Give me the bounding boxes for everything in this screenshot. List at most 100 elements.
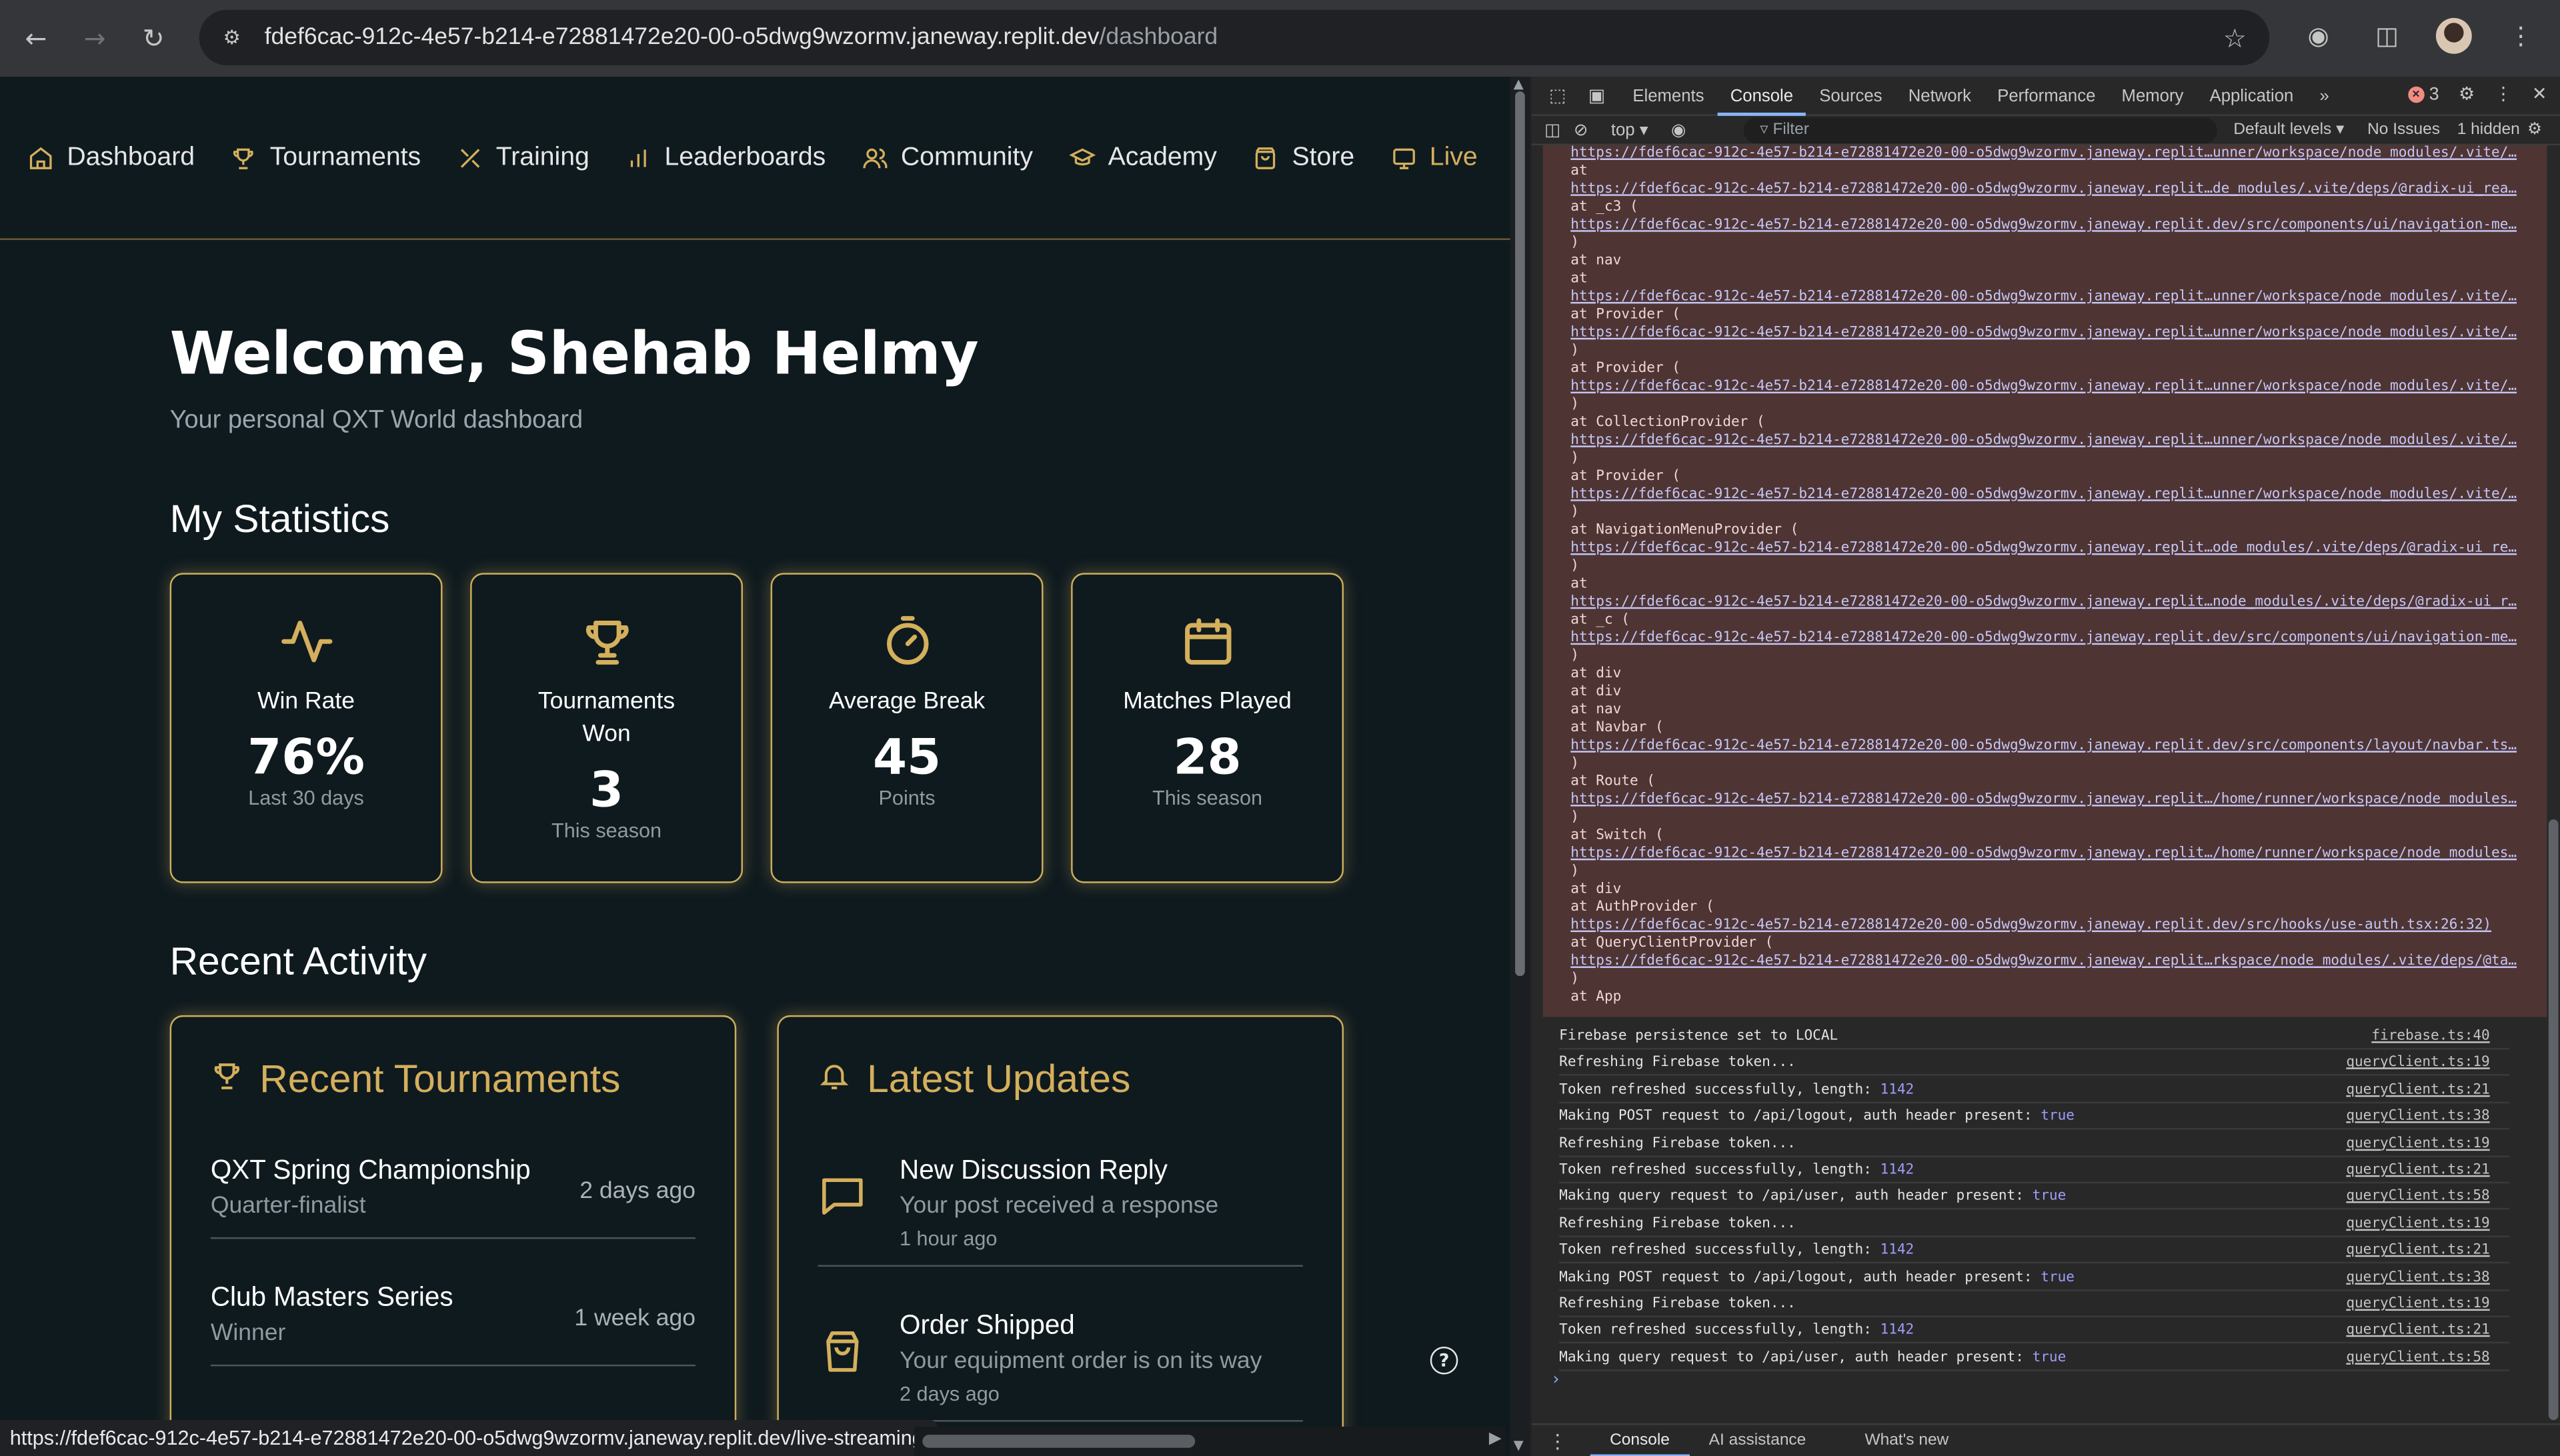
tab-console[interactable]: Console (1717, 76, 1806, 115)
scroll-up-arrow-icon[interactable]: ▲ (1514, 77, 1524, 91)
extensions-puzzle-icon[interactable]: ◫ (2367, 16, 2407, 55)
live-expression-eye-icon[interactable]: ◉ (1671, 120, 1686, 139)
forward-button[interactable]: → (72, 15, 118, 61)
log-source-link[interactable]: queryClient.ts:19 (2346, 1291, 2489, 1317)
reload-button[interactable]: ↻ (131, 15, 177, 61)
stack-trace-link[interactable]: https://fdef6cac-912c-4e57-b214-e7288147… (1570, 917, 2491, 935)
scroll-right-arrow-icon[interactable]: ▶ (1489, 1430, 1502, 1448)
stack-trace-link[interactable]: https://fdef6cac-912c-4e57-b214-e7288147… (1570, 145, 2517, 163)
log-source-link[interactable]: queryClient.ts:38 (2346, 1104, 2489, 1130)
latest-updates-title: Latest Updates (818, 1058, 1130, 1104)
stack-trace-link[interactable]: https://fdef6cac-912c-4e57-b214-e7288147… (1570, 181, 2517, 199)
bar-chart-icon (625, 145, 652, 171)
tournament-row[interactable]: QXT Spring Championship Quarter-finalist… (210, 1155, 696, 1239)
address-bar[interactable]: ⚙ fdef6cac-912c-4e57-b214-e72881472e20-0… (199, 9, 2270, 65)
tab-sources[interactable]: Sources (1806, 76, 1896, 115)
console-prompt-chevron-icon[interactable]: › (1551, 1371, 1561, 1389)
more-tabs-chevron-icon[interactable]: » (2307, 76, 2342, 115)
stack-trace-link[interactable]: https://fdef6cac-912c-4e57-b214-e7288147… (1570, 594, 2517, 612)
stack-trace-text: at div (1570, 683, 1622, 701)
log-source-link[interactable]: queryClient.ts:19 (2346, 1211, 2489, 1237)
stack-trace-link[interactable]: https://fdef6cac-912c-4e57-b214-e7288147… (1570, 289, 2517, 307)
stack-trace-link[interactable]: https://fdef6cac-912c-4e57-b214-e7288147… (1570, 630, 2517, 648)
drawer-tab-ai-assistance[interactable]: AI assistance (1689, 1424, 1825, 1456)
nav-item-leaderboards[interactable]: Leaderboards (625, 143, 826, 172)
help-button[interactable]: ? (1430, 1346, 1458, 1375)
more-menu-icon[interactable]: ⋮ (2501, 16, 2541, 55)
bookmark-star-icon[interactable]: ☆ (2223, 23, 2247, 54)
stack-trace-link[interactable]: https://fdef6cac-912c-4e57-b214-e7288147… (1570, 791, 2517, 809)
stack-trace-link[interactable]: https://fdef6cac-912c-4e57-b214-e7288147… (1570, 433, 2517, 451)
site-info-icon[interactable]: ⚙ (219, 25, 245, 51)
update-title: Order Shipped (900, 1311, 1075, 1341)
log-levels-dropdown[interactable]: Default levels ▾ (2233, 121, 2344, 139)
device-toolbar-icon[interactable]: ▣ (1584, 83, 1610, 109)
error-counter[interactable]: × 3 (2407, 84, 2439, 103)
log-source-link[interactable]: firebase.ts:40 (2371, 1023, 2489, 1049)
stack-trace-link[interactable]: https://fdef6cac-912c-4e57-b214-e7288147… (1570, 540, 2517, 558)
log-source-link[interactable]: queryClient.ts:38 (2346, 1265, 2489, 1291)
stack-trace-link[interactable]: https://fdef6cac-912c-4e57-b214-e7288147… (1570, 487, 2517, 505)
nav-item-tournaments[interactable]: Tournaments (231, 143, 421, 172)
tracking-protection-icon[interactable]: ◉ (2299, 16, 2338, 55)
drawer-tab-console[interactable]: Console (1590, 1424, 1690, 1456)
log-source-link[interactable]: queryClient.ts:21 (2346, 1077, 2489, 1103)
back-button[interactable]: ← (13, 15, 59, 61)
nav-item-training[interactable]: Training (457, 143, 589, 172)
log-source-link[interactable]: queryClient.ts:19 (2346, 1131, 2489, 1157)
console-scroll-thumb[interactable] (2548, 819, 2559, 1421)
context-selector[interactable]: top ▾ (1611, 120, 1648, 139)
nav-item-live[interactable]: Live (1390, 143, 1478, 172)
nav-item-academy[interactable]: Academy (1068, 143, 1217, 172)
nav-item-community[interactable]: Community (862, 143, 1033, 172)
nav-item-dashboard[interactable]: Dashboard (28, 143, 195, 172)
page-vertical-scrollbar[interactable]: ▲ ▼ (1510, 77, 1530, 1456)
settings-gear-icon[interactable]: ⚙ (2459, 83, 2475, 104)
nav-label: Live (1429, 143, 1478, 171)
stat-label: Average Break (828, 689, 986, 715)
update-row[interactable]: New Discussion Reply Your post received … (818, 1155, 1303, 1267)
tab-elements[interactable]: Elements (1620, 76, 1717, 115)
stack-trace-text: at Switch ( (1570, 827, 1664, 844)
profile-avatar[interactable] (2435, 17, 2472, 54)
stack-trace-link[interactable]: https://fdef6cac-912c-4e57-b214-e7288147… (1570, 953, 2517, 971)
log-source-link[interactable]: queryClient.ts:21 (2346, 1157, 2489, 1183)
drawer-menu-icon[interactable]: ⋮ (1548, 1429, 1567, 1452)
log-levels-label: Default levels (2233, 121, 2332, 139)
console-settings-gear-icon[interactable]: ⚙ (2527, 121, 2542, 139)
log-source-link[interactable]: queryClient.ts:19 (2346, 1050, 2489, 1076)
clear-console-icon[interactable]: ⊘ (1574, 120, 1588, 139)
tab-performance[interactable]: Performance (1985, 76, 2109, 115)
stack-trace-link[interactable]: https://fdef6cac-912c-4e57-b214-e7288147… (1570, 845, 2517, 863)
devtools-menu-icon[interactable]: ⋮ (2495, 83, 2513, 104)
stack-trace-text: ) (1570, 863, 1580, 880)
stat-value: 76% (247, 729, 365, 787)
console-filter-input[interactable]: ▿ Filter (1743, 117, 2217, 144)
sidebar-toggle-icon[interactable]: ◫ (1544, 120, 1560, 139)
nav-label: Academy (1108, 143, 1217, 171)
log-source-link[interactable]: queryClient.ts:21 (2346, 1237, 2489, 1263)
nav-item-store[interactable]: Store (1253, 143, 1354, 172)
tournament-row[interactable]: Club Masters Series Winner 1 week ago (210, 1283, 696, 1367)
recent-tournaments-card: Recent Tournaments QXT Spring Championsh… (169, 1015, 737, 1456)
url-text[interactable]: fdef6cac-912c-4e57-b214-e72881472e20-00-… (265, 25, 1218, 51)
console-scrollbar[interactable] (2547, 145, 2560, 1425)
tab-application[interactable]: Application (2197, 76, 2307, 115)
horizontal-scroll-thumb[interactable] (922, 1435, 1196, 1448)
page-scroll-thumb[interactable] (1515, 91, 1525, 977)
stack-trace-link[interactable]: https://fdef6cac-912c-4e57-b214-e7288147… (1570, 379, 2517, 397)
inspect-element-icon[interactable]: ⬚ (1544, 83, 1570, 109)
close-devtools-icon[interactable]: ✕ (2532, 83, 2547, 104)
stack-trace-link[interactable]: https://fdef6cac-912c-4e57-b214-e7288147… (1570, 217, 2517, 235)
log-source-link[interactable]: queryClient.ts:58 (2346, 1184, 2489, 1210)
issues-counter[interactable]: No Issues (2367, 121, 2440, 139)
tab-network[interactable]: Network (1895, 76, 1984, 115)
scroll-down-arrow-icon[interactable]: ▼ (1514, 1438, 1524, 1453)
update-row[interactable]: Order Shipped Your equipment order is on… (818, 1311, 1303, 1422)
stack-trace-link[interactable]: https://fdef6cac-912c-4e57-b214-e7288147… (1570, 738, 2517, 756)
log-source-link[interactable]: queryClient.ts:21 (2346, 1318, 2489, 1344)
log-source-link[interactable]: queryClient.ts:58 (2346, 1345, 2489, 1371)
stack-trace-link[interactable]: https://fdef6cac-912c-4e57-b214-e7288147… (1570, 325, 2517, 343)
drawer-tab-whats-new[interactable]: What's new (1845, 1424, 1969, 1456)
tab-memory[interactable]: Memory (2109, 76, 2197, 115)
